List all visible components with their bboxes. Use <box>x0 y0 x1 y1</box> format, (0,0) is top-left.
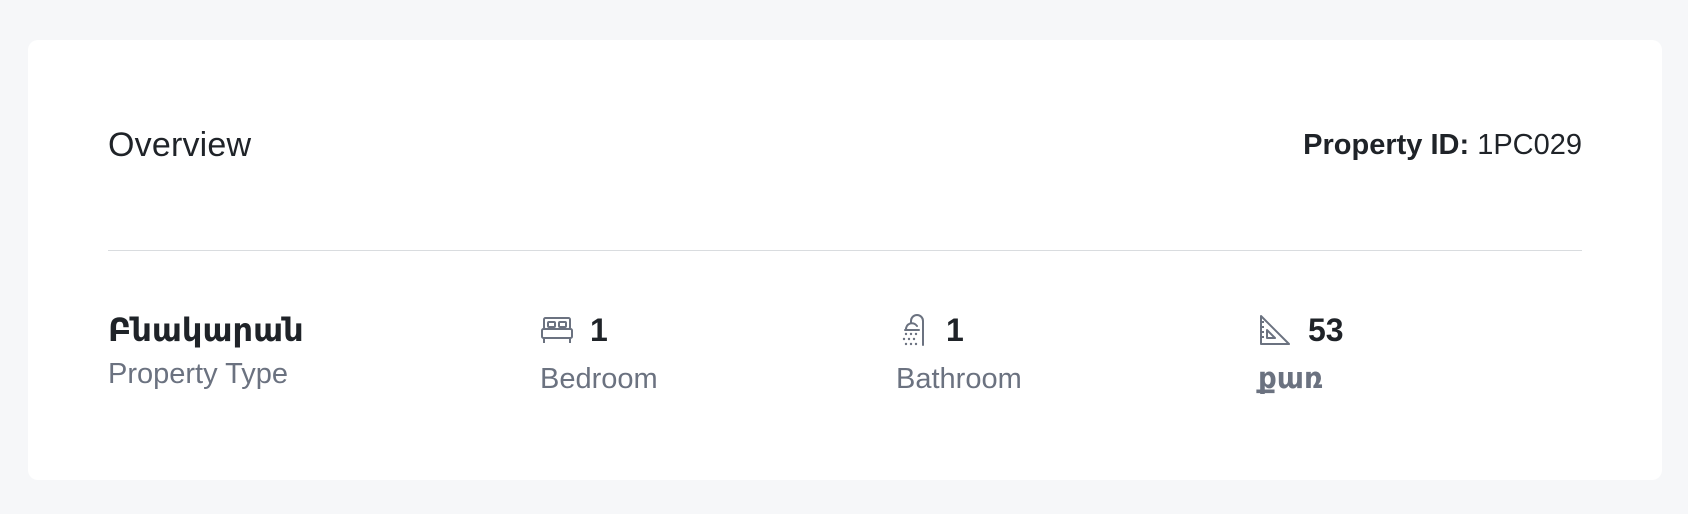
property-type-caption: Property Type <box>108 358 289 390</box>
overview-title: Overview <box>108 125 252 164</box>
stat-bathroom: 1 Bathroom <box>896 310 1022 396</box>
bedroom-count: 1 <box>590 312 608 348</box>
bathroom-count: 1 <box>946 312 964 348</box>
stat-property-type: Բնակարան Property Type <box>108 310 304 391</box>
stat-bedroom: 1 Bedroom <box>540 310 658 396</box>
property-stats: Բնակարան Property Type 1 Bedroom 1 Bathr… <box>108 310 1582 430</box>
divider <box>108 250 1582 251</box>
area-ruler-icon <box>1258 313 1292 347</box>
overview-card: Overview Property ID: 1PC029 Բնակարան Pr… <box>28 40 1662 480</box>
area-unit: քառ <box>1258 363 1324 395</box>
overview-header: Overview Property ID: 1PC029 <box>108 40 1582 250</box>
property-id: Property ID: 1PC029 <box>1303 129 1582 162</box>
stat-area: 53 քառ <box>1258 310 1344 396</box>
shower-icon <box>896 313 930 347</box>
area-value: 53 <box>1308 312 1344 348</box>
property-type-value: Բնակարան <box>108 312 304 348</box>
bedroom-caption: Bedroom <box>540 363 658 395</box>
property-id-label: Property ID: <box>1303 128 1470 161</box>
bathroom-caption: Bathroom <box>896 363 1022 395</box>
property-id-value: 1PC029 <box>1477 128 1582 161</box>
bed-icon <box>540 313 574 347</box>
